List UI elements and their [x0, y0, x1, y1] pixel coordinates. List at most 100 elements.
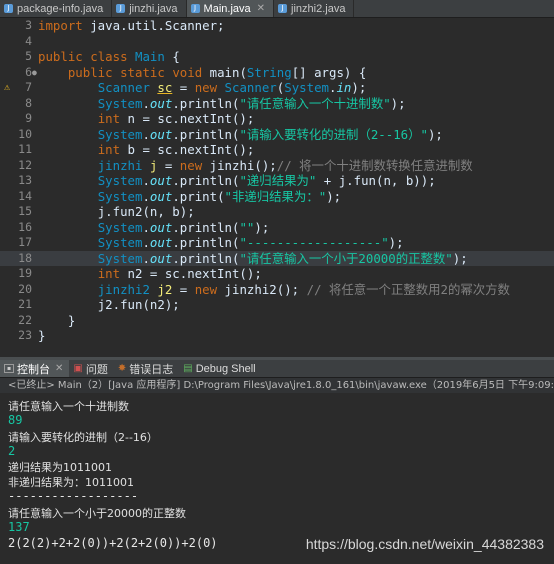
code-text: );	[390, 95, 406, 111]
console-line: 请任意输入一个十进制数	[8, 400, 129, 413]
class-name: Main	[135, 49, 165, 64]
keyword: public	[67, 64, 113, 80]
tab-label: Main.java	[203, 2, 251, 15]
code-text: j2.fun(n2);	[97, 297, 180, 312]
tab-jinzhi2[interactable]: Jjinzhi2.java	[274, 0, 355, 17]
code-text: + j.fun(n, b));	[316, 173, 436, 188]
debug-shell-icon: ▤	[183, 363, 193, 374]
warning-marker-icon[interactable]: ⚠	[4, 80, 10, 96]
code-text: =	[157, 157, 180, 173]
code-text: .println(	[172, 173, 240, 188]
line-number: 5	[25, 49, 32, 63]
tab-main[interactable]: J Main.java ✕	[186, 0, 275, 17]
code-text: {	[164, 49, 180, 64]
editor-tab-bar: Jpackage-info.java Jjinzhi.java J Main.ja…	[0, 0, 554, 18]
keyword: int	[97, 266, 121, 281]
line-number: 20	[18, 281, 32, 296]
code-text: );	[254, 219, 270, 235]
code-text: n2 = sc.nextInt();	[120, 266, 262, 281]
line-number: 13	[18, 173, 32, 187]
close-icon[interactable]: ✕	[55, 363, 63, 374]
console-line-input: 89	[8, 413, 23, 427]
tab-label: package-info.java	[17, 2, 104, 15]
string-literal: ""	[239, 219, 255, 235]
tab-debug-shell[interactable]: ▤ Debug Shell	[179, 360, 261, 377]
tab-error-log[interactable]: ✸ 错误日志	[114, 360, 179, 377]
tab-label: Debug Shell	[195, 362, 256, 375]
tab-problems[interactable]: ▣ 问题	[69, 360, 113, 377]
code-line: 19 int n2 = sc.nextInt();	[0, 266, 554, 282]
close-icon[interactable]: ✕	[257, 3, 265, 14]
keyword: int	[97, 142, 121, 157]
class-name: System	[97, 173, 143, 188]
code-line: ⚠ 7 Scanner sc = new Scanner(System.in);	[4, 80, 367, 96]
code-editor[interactable]: 3 import java.util.Scanner; 4 5 public cla…	[0, 18, 554, 357]
code-text: }	[67, 312, 76, 328]
console-line-input: 2	[8, 444, 16, 458]
line-number: 15	[18, 204, 32, 218]
class-name: System	[97, 235, 143, 250]
java-file-icon: J	[4, 4, 13, 13]
static-field: in	[336, 80, 352, 95]
keyword: int	[97, 111, 121, 126]
line-number: 4	[25, 33, 32, 48]
tab-jinzhi[interactable]: Jjinzhi.java	[112, 0, 187, 17]
keyword: static	[120, 64, 165, 80]
code-line: 16 System.out.println("");	[0, 220, 554, 236]
console-line: 请任意输入一个小于20000的正整数	[8, 507, 186, 520]
code-text: .println(	[172, 95, 240, 111]
line-number: 3	[25, 18, 32, 32]
class-name: System	[97, 95, 143, 111]
console-line: ------------------	[8, 489, 139, 503]
tab-console[interactable]: ▪ 控制台 ✕	[0, 360, 70, 377]
tab-package-info[interactable]: Jpackage-info.java	[0, 0, 113, 17]
code-line: 23}	[0, 328, 554, 344]
line-number: 23	[18, 328, 32, 342]
static-field: out	[149, 188, 173, 204]
code-text: j.fun2(n, b);	[97, 204, 195, 219]
console-tab-bar: ▪ 控制台 ✕ ▣ 问题 ✸ 错误日志 ▤ Debug Shell	[0, 360, 554, 378]
console-line: 非递归结果为：1011001	[8, 476, 134, 489]
code-text: }	[38, 328, 46, 343]
code-text: );	[427, 126, 443, 142]
code-line: 14 System.out.print("非递归结果为：");	[0, 189, 554, 205]
type-name: jinzhi	[97, 157, 143, 173]
string-literal: "请输入要转化的进制（2--16）"	[239, 126, 428, 142]
code-text: n = sc.nextInt();	[120, 111, 255, 126]
fold-marker-icon[interactable]: ●	[32, 65, 37, 81]
tab-label: 问题	[85, 363, 108, 376]
string-literal: "非递归结果为："	[224, 188, 327, 204]
keyword: class	[90, 49, 128, 64]
line-number: 6	[25, 64, 32, 79]
error-log-icon: ✸	[117, 363, 127, 374]
class-name: System	[97, 250, 143, 266]
line-number: 9	[25, 111, 32, 125]
code-line: 13 System.out.println("递归结果为" + j.fun(n,…	[0, 173, 554, 189]
line-number: 22	[18, 312, 32, 327]
keyword: new	[179, 157, 203, 173]
variable: sc	[157, 80, 173, 95]
code-line: 8 System.out.println("请任意输入一个十进制数");	[0, 96, 554, 112]
code-line: 21 j2.fun(n2);	[0, 297, 554, 313]
code-line: 11 int b = sc.nextInt();	[0, 142, 554, 158]
code-text: .println(	[172, 126, 240, 142]
code-text: .print(	[172, 188, 225, 204]
code-text: .println(	[172, 235, 240, 250]
tab-label: jinzhi2.java	[291, 2, 346, 15]
code-text: );	[388, 235, 404, 250]
keyword: public	[38, 49, 83, 64]
code-text: );	[351, 80, 367, 95]
code-text: jinzhi2();	[217, 281, 300, 297]
code-text: );	[326, 188, 342, 204]
string-literal: "请任意输入一个小于20000的正整数"	[239, 250, 453, 266]
code-line: 15 j.fun2(n, b);	[0, 204, 554, 220]
line-number: 10	[18, 126, 32, 141]
line-number: 11	[18, 142, 32, 156]
tab-label: jinzhi.java	[129, 2, 178, 15]
line-number: 12	[18, 157, 32, 172]
class-name: System	[97, 219, 143, 235]
code-line: 12 jinzhi j = new jinzhi();// 将一个十进制数转换任…	[0, 158, 554, 174]
problems-icon: ▣	[73, 363, 83, 374]
string-literal: "------------------"	[239, 235, 389, 250]
keyword: new	[194, 281, 218, 297]
